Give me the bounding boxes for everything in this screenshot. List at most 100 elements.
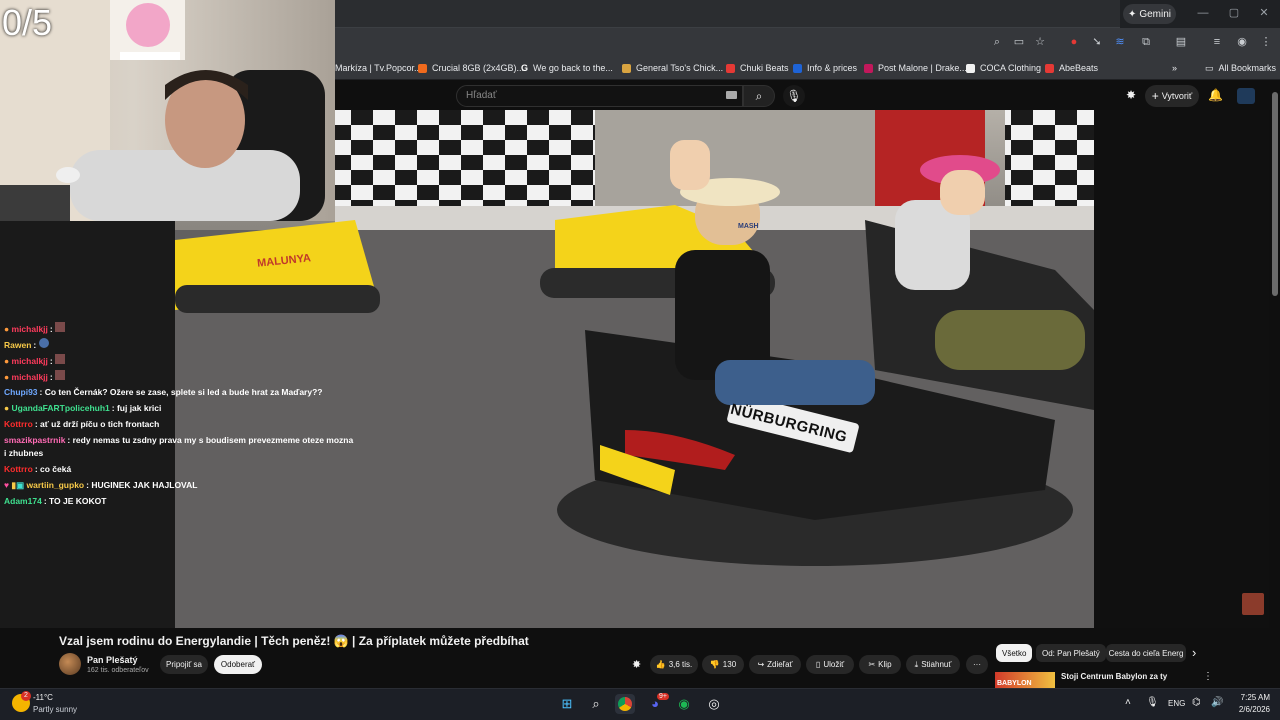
join-button[interactable]: Pripojiť sa [160,655,208,674]
emote-icon [55,354,66,364]
all-bookmarks-button[interactable]: ▭ All Bookmarks [1205,56,1276,80]
chat-message: Rawen: [4,338,49,351]
download-button[interactable]: ⤓ Stiahnuť [906,655,960,674]
bookmark-item[interactable]: COCA Clothing [966,56,1041,80]
extension-blue-icon[interactable]: ≋ [1112,34,1128,50]
bookmark-favicon [418,63,427,73]
bookmark-item[interactable]: AbeBeats [1045,56,1098,80]
search-button[interactable]: ⌕ [743,85,775,107]
spotify-icon[interactable]: ◉ [674,694,694,714]
cast-icon[interactable]: ▭ [1011,34,1027,50]
more-bookmarks-button[interactable]: » [1172,56,1177,80]
gemini-button[interactable]: ✦ Gemini [1123,4,1176,24]
extension-red-icon[interactable]: ● [1066,34,1082,50]
like-button[interactable]: 👍 3,6 tis. [650,655,698,674]
menu-icon[interactable]: ⋮ [1258,34,1274,50]
secondary-column [1094,110,1269,628]
obs-icon[interactable]: ◎ [704,694,724,714]
recommended-title[interactable]: Stoji Centrum Babylon za ty [1061,672,1167,681]
volume-icon[interactable]: 🔊 [1211,697,1223,708]
bookmark-favicon [726,63,735,73]
emote-icon [55,370,66,380]
chat-message: Kottrro: co čeká [4,464,72,474]
save-button[interactable]: ▯ Uložiť [806,655,854,674]
bookmark-item[interactable]: Chuki Beats [726,56,789,80]
bookmark-icon: ▯ [815,660,821,669]
dislike-button[interactable]: 👎 130 [702,655,744,674]
minimize-icon[interactable]: — [1196,6,1210,20]
chevron-right-icon[interactable]: › [1192,645,1196,660]
reading-list-icon[interactable]: ≡ [1209,34,1225,50]
share-button[interactable]: ↪ Zdieľať [749,655,801,674]
google-icon: G [521,63,529,73]
subscriber-count: 162 tis. odberateľov [87,667,149,674]
gemini-label: Gemini [1139,8,1172,20]
network-icon[interactable]: ⌬ [1192,697,1201,708]
more-actions-button[interactable]: ··· [966,655,988,674]
weather-description: Partly sunny [33,705,78,714]
bookmark-item[interactable]: Post Malone | Drake... [864,56,967,80]
bookmark-item[interactable]: G We go back to the... [521,56,613,80]
folder-icon: ▭ [1205,62,1214,73]
search-icon[interactable]: ⌕ [586,694,606,714]
sidepanel-icon[interactable]: ▤ [1173,34,1189,50]
chat-message: Kottrro: ať už drží píču o tich frontach [4,419,160,429]
channel-avatar[interactable] [1237,88,1255,104]
more-vert-icon[interactable]: ⋮ [1203,671,1213,682]
star-icon[interactable]: ☆ [1032,34,1048,50]
channel-avatar[interactable] [59,653,81,675]
chat-message: ● michalkjj: [4,354,66,367]
chat-message: ● michalkjj: [4,370,66,383]
chat-badge-icon: ● [4,403,10,413]
windows-start-icon[interactable]: ⊞ [557,694,577,714]
subscribed-button[interactable]: Odoberať [214,655,262,674]
puzzle-icon[interactable]: ⧉ [1138,34,1154,50]
clock-date[interactable]: 2/6/2026 [1228,705,1270,714]
chrome-icon[interactable] [615,694,635,714]
language-indicator[interactable]: ENG [1168,699,1185,708]
bookmark-item[interactable]: Info & prices [793,56,857,80]
zoom-icon[interactable]: ⌕ [989,34,1005,50]
bell-icon[interactable]: 🔔 [1208,88,1223,102]
recommended-thumbnail[interactable]: BABYLON LIBEREC [995,672,1055,705]
chevron-up-icon[interactable]: ˄ [1125,697,1131,708]
mic-icon[interactable]: 🎙 [1146,697,1159,708]
sparkle-icon[interactable]: ✸ [1126,88,1136,102]
sparkle-icon[interactable]: ✸ [632,658,641,671]
bookmark-item[interactable]: Markíza | Tv.Popcor... [335,56,422,80]
search-icon: ⌕ [755,89,763,103]
chat-message: ● michalkjj: [4,322,66,335]
tab-strip[interactable] [335,0,1120,28]
weather-temperature: -11°C [33,693,53,702]
search-input[interactable]: Hľadať [456,85,743,107]
plus-icon: + [1151,89,1159,103]
chip-from-channel[interactable]: Od: Pan Plešatý [1036,644,1106,662]
stream-counter: 0/5 [2,2,53,43]
scrollbar-thumb[interactable] [1272,92,1278,296]
chat-badge-icon: ● [4,324,10,334]
bookmark-item[interactable]: General Tso's Chick... [622,56,723,80]
chat-message: Chupi93: Co ten Černák? Ožere se zase, s… [4,387,323,397]
maximize-icon[interactable]: ▢ [1227,6,1241,20]
chat-badge-icon: ● [4,372,10,382]
chat-message: smazikpastrnik: redy nemas tu zsdny prav… [4,435,354,445]
bookmark-favicon [622,63,631,73]
emote-icon [38,338,49,348]
emote-icon [55,322,66,332]
extension-arrow-icon[interactable]: ➘ [1089,34,1105,50]
mini-thumbnail[interactable] [1242,593,1264,615]
create-button[interactable]: + Vytvoriť [1145,85,1199,107]
chip-all[interactable]: Všetko [996,644,1033,662]
profile-avatar[interactable]: ◉ [1234,34,1250,50]
close-icon[interactable]: ✕ [1257,6,1271,20]
thumbs-up-icon: 👍 [655,660,666,669]
channel-name[interactable]: Pan Plešatý [87,655,138,665]
clock-time[interactable]: 7:25 AM [1232,693,1270,702]
chip-related[interactable]: Cesta do cieľa Energ [1106,644,1186,662]
voice-search-button[interactable]: 🎙 [783,85,805,107]
bookmark-item[interactable]: Crucial 8GB (2x4GB)... [418,56,524,80]
chat-badge-icon: ▣ [16,480,25,490]
keyboard-icon[interactable] [726,91,737,99]
sparkle-icon: ✦ [1127,8,1137,20]
clip-button[interactable]: ✂ Klip [859,655,901,674]
